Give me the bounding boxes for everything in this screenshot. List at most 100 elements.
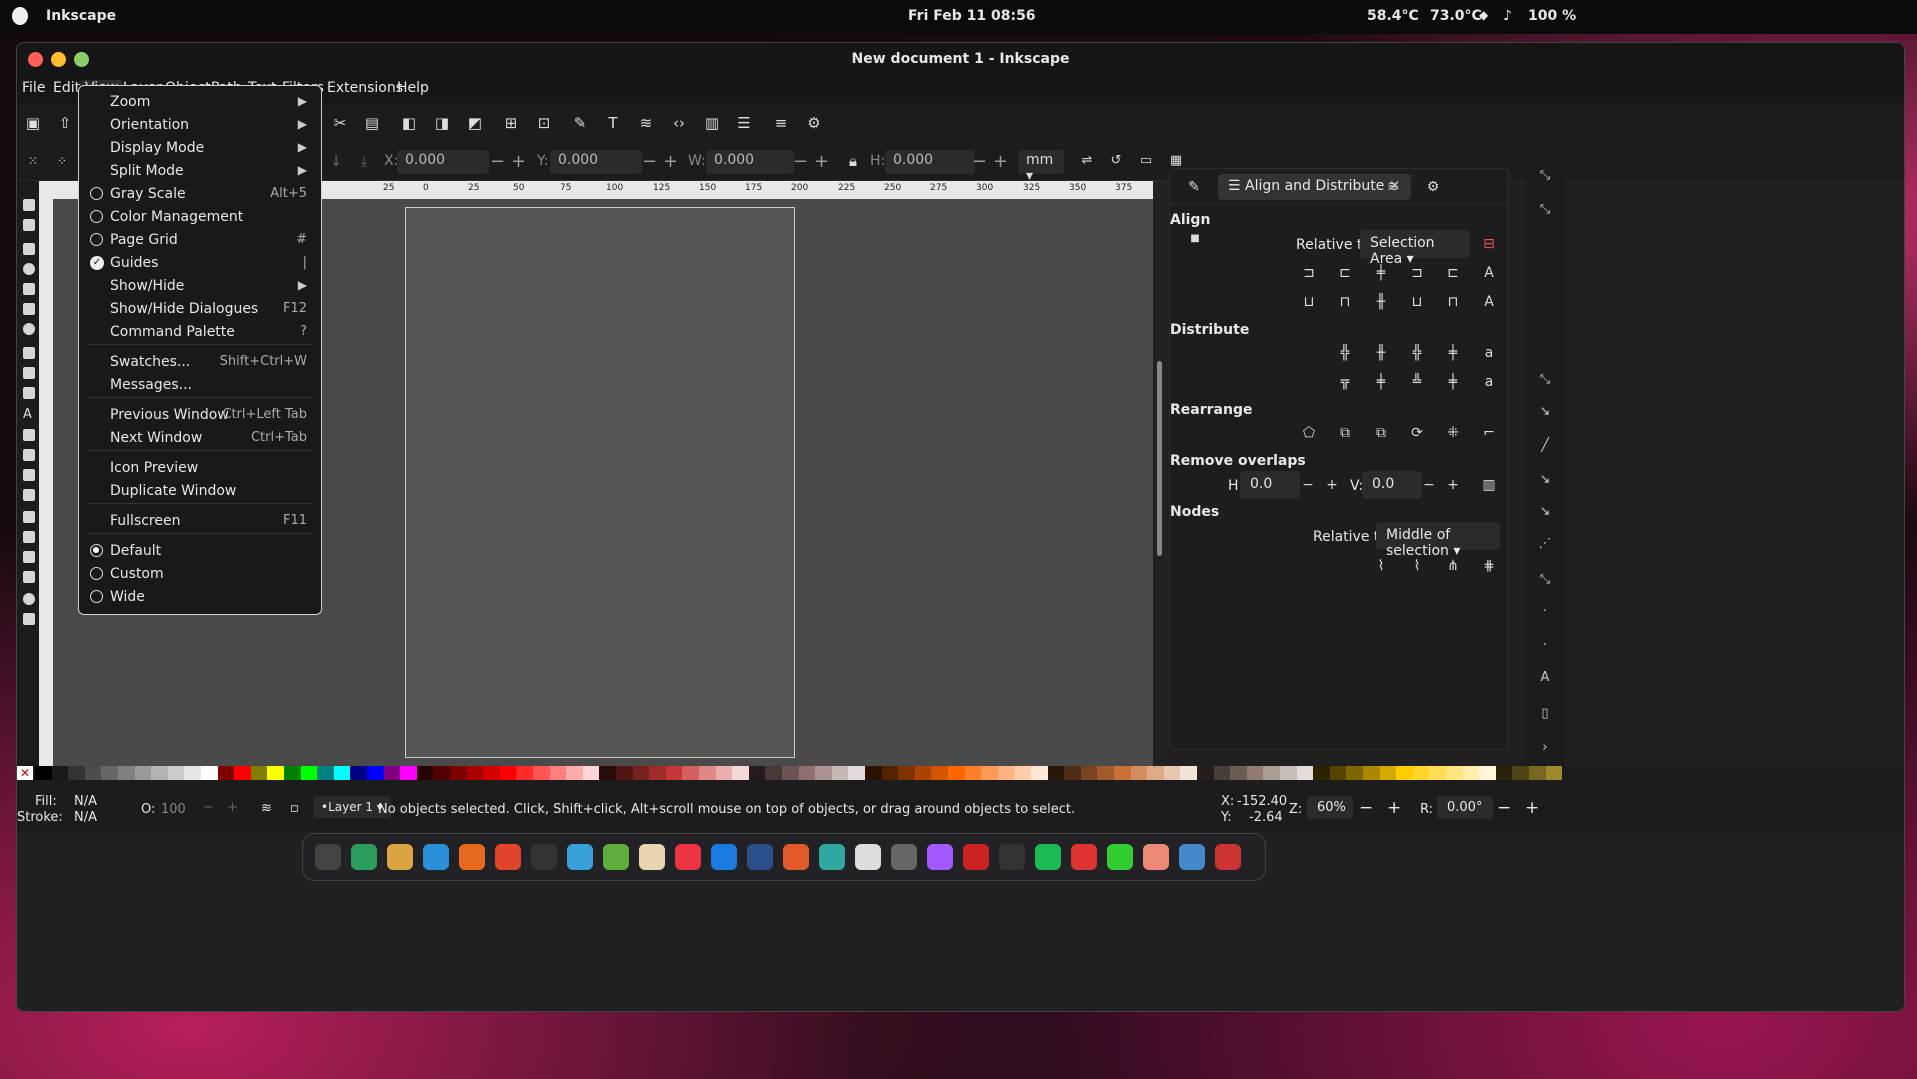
dock-app-icon[interactable] [711,844,737,870]
view-menu-item-fullscreen[interactable]: Fullscreen F11 [79,510,321,533]
color-swatch[interactable] [317,766,334,780]
snap-nodes-icon[interactable]: ⤡ [1538,373,1552,387]
color-swatch[interactable] [1280,766,1297,780]
distribute-gaps-h-icon[interactable]: ╪ [1446,346,1460,360]
align-left-to-right-icon[interactable]: ⊏ [1446,266,1460,280]
color-swatch[interactable] [914,766,932,780]
pages-tool-icon[interactable] [23,613,35,625]
dock-app-icon[interactable] [891,844,917,870]
clock[interactable]: Fri Feb 11 08:56 [908,8,1036,24]
distribute-nodes-v-icon[interactable]: ⋕ [1482,559,1496,573]
color-swatch[interactable] [400,766,417,780]
color-swatch[interactable] [1031,766,1048,780]
distribute-nodes-h-icon[interactable]: ⋔ [1446,559,1460,573]
move-gradients-icon[interactable]: ▭ [1137,152,1155,170]
dock-app-icon[interactable] [783,844,809,870]
check-icon[interactable]: ✓ [90,256,104,270]
maximize-button[interactable] [74,52,89,67]
dock-app-icon[interactable] [495,844,521,870]
fill-stroke-icon[interactable]: ✎ [571,114,589,132]
view-menu-item-swatches[interactable]: Swatches... Shift+Ctrl+W [79,351,321,374]
color-swatch[interactable] [1230,766,1247,780]
dock-app-icon[interactable] [1107,844,1133,870]
cut-icon[interactable]: ✂ [331,114,349,132]
dock-app-icon[interactable] [423,844,449,870]
exchange-selection-order-icon[interactable]: ⧉ [1338,426,1352,440]
paste-icon[interactable]: ▤ [363,114,381,132]
distribute-gaps-v-icon[interactable]: ╪ [1446,375,1460,389]
distribute-right-icon[interactable]: ╬ [1410,346,1424,360]
vertical-ruler[interactable] [39,181,53,771]
y-input[interactable]: 0.000 [550,150,642,174]
unlink-clone-icon[interactable]: ◩ [466,114,484,132]
opacity-value[interactable]: 100 [161,802,186,817]
eraser-tool-icon[interactable] [23,551,35,563]
color-swatch[interactable] [682,766,699,780]
randomize-icon[interactable]: ⁜ [1446,426,1460,440]
align-baseline-vertical-icon[interactable]: A [1482,295,1496,309]
battery[interactable]: 100 % [1528,8,1576,24]
color-swatch[interactable] [1446,766,1463,780]
rotate-input[interactable]: 0.00° [1437,796,1493,819]
overlap-h-input[interactable]: 0.0 [1240,471,1300,499]
color-swatch[interactable] [68,766,85,780]
star-tool-icon[interactable] [23,283,35,295]
color-swatch[interactable] [1180,766,1197,780]
unclump-icon[interactable]: ⌐ [1482,426,1496,440]
xml-editor-icon[interactable]: ‹› [670,114,688,132]
layers-icon-status[interactable]: ≋ [261,801,272,816]
color-swatch[interactable] [416,766,434,780]
dock-app-icon[interactable] [639,844,665,870]
color-swatch[interactable] [1047,766,1065,780]
preferences-tab-icon[interactable]: ⚙ [1426,180,1440,194]
group-icon[interactable]: ⊞ [502,114,520,132]
snap-toggle-icon[interactable]: ⤡ [1538,169,1552,183]
color-swatch[interactable] [1197,766,1214,780]
align-baseline-horizontal-icon[interactable]: A [1482,266,1496,280]
preferences-icon[interactable]: ⚙ [805,114,823,132]
h-increment[interactable]: + [993,151,1008,172]
view-menu-item-next-window[interactable]: Next Window Ctrl+Tab [79,427,321,450]
exchange-z-order-icon[interactable]: ⧉ [1374,426,1388,440]
dock-app-icon[interactable] [531,844,557,870]
dock-app-icon[interactable] [351,844,377,870]
color-swatch[interactable] [1545,766,1563,780]
dock-app-icon[interactable] [387,844,413,870]
align-right-icon[interactable]: ⊐ [1410,266,1424,280]
dock-app-icon[interactable] [819,844,845,870]
w-decrement[interactable]: − [793,151,808,172]
rotate-increment[interactable]: + [1525,798,1539,818]
color-swatch[interactable] [333,766,351,780]
color-swatch[interactable] [433,766,450,780]
w-input[interactable]: 0.000 [706,150,794,174]
dock-app-icon[interactable] [675,844,701,870]
rotate-decrement[interactable]: − [1497,798,1511,818]
dock-app-icon[interactable] [747,844,773,870]
color-swatch[interactable] [981,766,998,780]
color-swatch[interactable] [1346,766,1363,780]
dock-app-icon[interactable] [1143,844,1169,870]
color-swatch[interactable] [1379,766,1397,780]
color-swatch[interactable] [250,766,268,780]
color-swatch[interactable] [1479,766,1496,780]
view-menu-item-display-mode[interactable]: Display Mode ▶ [79,137,321,160]
view-menu-item-guides[interactable]: ✓ Guides | [79,252,321,275]
view-menu-item-orientation[interactable]: Orientation ▶ [79,114,321,137]
connector-tool-icon[interactable] [23,571,35,583]
x-input[interactable]: 0.000 [397,150,489,174]
overlap-v-decrement[interactable]: − [1422,478,1436,492]
opacity-increment[interactable]: + [227,800,238,815]
wifi-icon[interactable]: ◆ [1479,8,1488,22]
clone-icon[interactable]: ◨ [433,114,451,132]
layers-icon[interactable]: ≋ [637,114,655,132]
color-swatch[interactable] [1429,766,1446,780]
zoom-in-button[interactable]: + [1387,798,1401,818]
distribute-center-v-icon[interactable]: ╪ [1374,375,1388,389]
vertical-scrollbar[interactable] [1153,181,1167,771]
color-swatch[interactable] [1064,766,1081,780]
color-swatch[interactable] [201,766,218,780]
color-swatch[interactable] [649,766,666,780]
dock-app-icon[interactable] [855,844,881,870]
color-swatch[interactable] [948,766,965,780]
pencil-tool-icon[interactable] [23,347,35,359]
